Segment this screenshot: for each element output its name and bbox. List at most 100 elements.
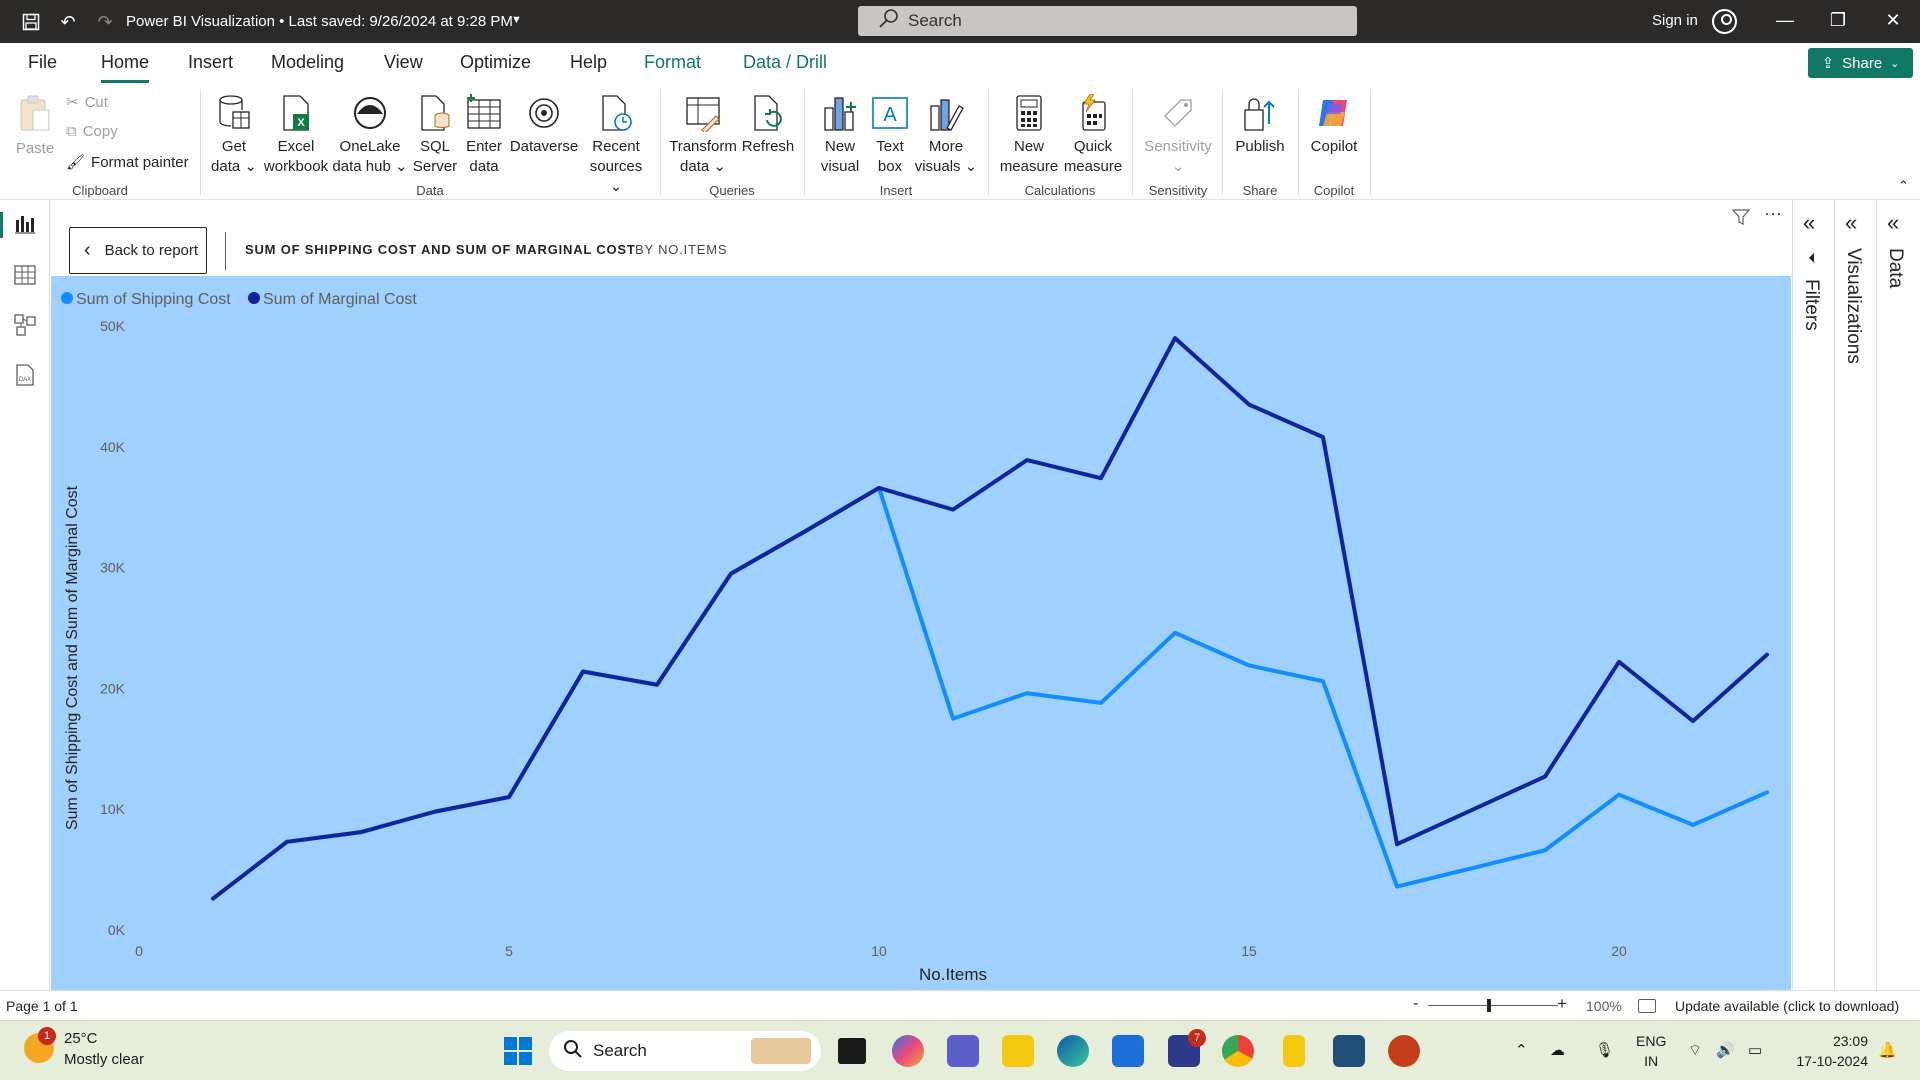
expand-filters-icon[interactable]: «	[1803, 210, 1815, 236]
tab-optimize[interactable]: Optimize	[460, 52, 531, 73]
power-bi-icon[interactable]	[1283, 1035, 1305, 1067]
collapse-ribbon-icon[interactable]: ⌃	[1898, 178, 1909, 194]
fit-to-page-icon[interactable]	[1638, 999, 1656, 1013]
task-view-icon[interactable]	[838, 1038, 866, 1064]
text-box-icon: A	[870, 93, 910, 133]
filters-pane[interactable]: « ⏷ Filters	[1792, 200, 1834, 990]
publish-button[interactable]: Publish	[1230, 93, 1290, 157]
zoom-level: 100%	[1586, 998, 1622, 1014]
sensitivity-button[interactable]: Sensitivity ⌄	[1140, 93, 1216, 177]
taskbar-search[interactable]: Search	[549, 1031, 821, 1071]
redo-icon[interactable]: ↷	[92, 9, 118, 35]
expand-visualizations-icon[interactable]: «	[1845, 210, 1857, 236]
battery-icon[interactable]: ▭	[1748, 1041, 1762, 1059]
copy-button[interactable]: ⧉ Copy	[66, 123, 118, 140]
tab-file[interactable]: File	[28, 52, 57, 73]
onelake-data-hub-button[interactable]: OneLake data hub ⌄	[332, 93, 408, 177]
minimize-button[interactable]: —	[1770, 10, 1800, 31]
update-available-link[interactable]: Update available (click to download)	[1675, 998, 1899, 1014]
tab-view[interactable]: View	[384, 52, 423, 73]
copilot-app-icon[interactable]	[892, 1035, 924, 1067]
edge-icon[interactable]	[1057, 1035, 1089, 1067]
windows-start-icon[interactable]	[502, 1035, 534, 1067]
group-separator	[804, 89, 805, 195]
new-visual-button[interactable]: New visual	[814, 93, 866, 177]
excel-workbook-button[interactable]: X Excel workbook	[262, 93, 330, 177]
onedrive-icon[interactable]: ☁	[1550, 1041, 1565, 1059]
sign-in-link[interactable]: Sign in	[1652, 12, 1698, 29]
tab-insert[interactable]: Insert	[188, 52, 233, 73]
close-button[interactable]: ✕	[1878, 10, 1908, 31]
x-tick-label: 15	[1241, 943, 1257, 959]
title-dropdown-icon[interactable]: ▼	[511, 14, 522, 26]
tab-data-drill[interactable]: Data / Drill	[743, 52, 827, 73]
dataverse-button[interactable]: Dataverse	[508, 93, 580, 157]
new-measure-button[interactable]: New measure	[998, 93, 1060, 177]
quick-measure-button[interactable]: Quick measure	[1062, 93, 1124, 177]
paste-button[interactable]: Paste	[12, 93, 58, 159]
weather-description[interactable]: Mostly clear	[64, 1051, 144, 1068]
tab-modeling[interactable]: Modeling	[271, 52, 344, 73]
copilot-icon	[1314, 93, 1354, 133]
line-chart[interactable]: 0K 10K 20K 30K 40K 50K 0 5 10 15 20 No.Items Sum of …	[51, 276, 1791, 990]
copilot-button[interactable]: Copilot	[1304, 93, 1364, 157]
visualizations-pane[interactable]: « Visualizations	[1834, 200, 1876, 990]
tab-help[interactable]: Help	[570, 52, 607, 73]
x-tick-label: 0	[135, 943, 143, 959]
powerpoint-icon[interactable]	[1388, 1035, 1420, 1067]
expand-data-icon[interactable]: «	[1887, 210, 1899, 236]
undo-icon[interactable]: ↶	[55, 9, 81, 35]
more-visuals-button[interactable]: More visuals ⌄	[914, 93, 978, 177]
share-button[interactable]: ⇪ Share ⌄	[1808, 48, 1913, 78]
language-indicator[interactable]: ENG IN	[1636, 1031, 1666, 1071]
model-view-icon[interactable]	[12, 312, 38, 338]
document-title[interactable]: Power BI Visualization • Last saved: 9/2…	[126, 13, 513, 30]
publish-icon	[1240, 93, 1280, 133]
text-box-button[interactable]: A Text box	[868, 93, 912, 177]
filter-icon[interactable]	[1731, 208, 1751, 231]
zoom-in-button[interactable]: +	[1557, 994, 1567, 1014]
refresh-button[interactable]: Refresh	[740, 93, 796, 157]
chrome-icon[interactable]	[1222, 1035, 1254, 1067]
enter-data-button[interactable]: Enter data	[462, 93, 506, 177]
zoom-slider[interactable]	[1428, 1005, 1558, 1006]
back-to-report-button[interactable]: ‹ Back to report	[69, 227, 207, 274]
wifi-icon[interactable]: ⌔	[1688, 1041, 1702, 1060]
sql-server-button[interactable]: SQL Server	[410, 93, 460, 177]
teams-icon[interactable]	[947, 1035, 979, 1067]
tab-home[interactable]: Home	[101, 52, 150, 83]
restore-button[interactable]: ❐	[1823, 10, 1853, 31]
save-icon[interactable]	[18, 9, 44, 35]
x-tick-label: 5	[505, 943, 513, 959]
dax-query-view-icon[interactable]: DAX	[12, 362, 38, 388]
get-data-button[interactable]: Get data ⌄	[208, 93, 260, 177]
scissors-icon: ✂	[66, 94, 79, 111]
account-icon[interactable]	[1712, 9, 1737, 34]
cut-button[interactable]: ✂ Cut	[66, 93, 108, 112]
zoom-slider-thumb[interactable]	[1487, 999, 1491, 1012]
file-explorer-icon[interactable]	[1002, 1035, 1034, 1067]
table-view-icon[interactable]	[12, 262, 38, 288]
transform-data-button[interactable]: Transform data ⌄	[668, 93, 738, 177]
notifications-icon[interactable]: 🔔	[1878, 1041, 1897, 1059]
search-box[interactable]: Search	[858, 6, 1357, 36]
chevron-left-icon: ‹	[84, 239, 91, 261]
report-view-icon[interactable]	[0, 212, 38, 238]
show-hidden-icons[interactable]: ⌃	[1515, 1041, 1528, 1059]
weather-temperature[interactable]: 25°C	[64, 1030, 98, 1047]
more-options-icon[interactable]: ⋯	[1764, 204, 1783, 225]
clock[interactable]: 23:09 17-10-2024	[1788, 1031, 1868, 1071]
terminal-icon[interactable]	[1333, 1035, 1365, 1067]
group-separator	[1222, 89, 1223, 195]
store-icon[interactable]	[1112, 1035, 1144, 1067]
recent-sources-button[interactable]: Recent sources ⌄	[584, 93, 648, 197]
volume-icon[interactable]: 🔊	[1716, 1041, 1735, 1059]
microphone-icon[interactable]: 🎙	[1595, 1041, 1614, 1059]
data-pane[interactable]: « Data	[1876, 200, 1920, 990]
view-rail: DAX	[0, 200, 50, 990]
tab-format[interactable]: Format	[644, 52, 701, 73]
focus-mode-header: ‹ Back to report SUM OF SHIPPING COST AN…	[50, 200, 1792, 276]
zoom-out-button[interactable]: -	[1413, 995, 1418, 1013]
group-separator	[1298, 89, 1299, 195]
format-painter-button[interactable]: 🖌 Format painter	[66, 153, 189, 172]
